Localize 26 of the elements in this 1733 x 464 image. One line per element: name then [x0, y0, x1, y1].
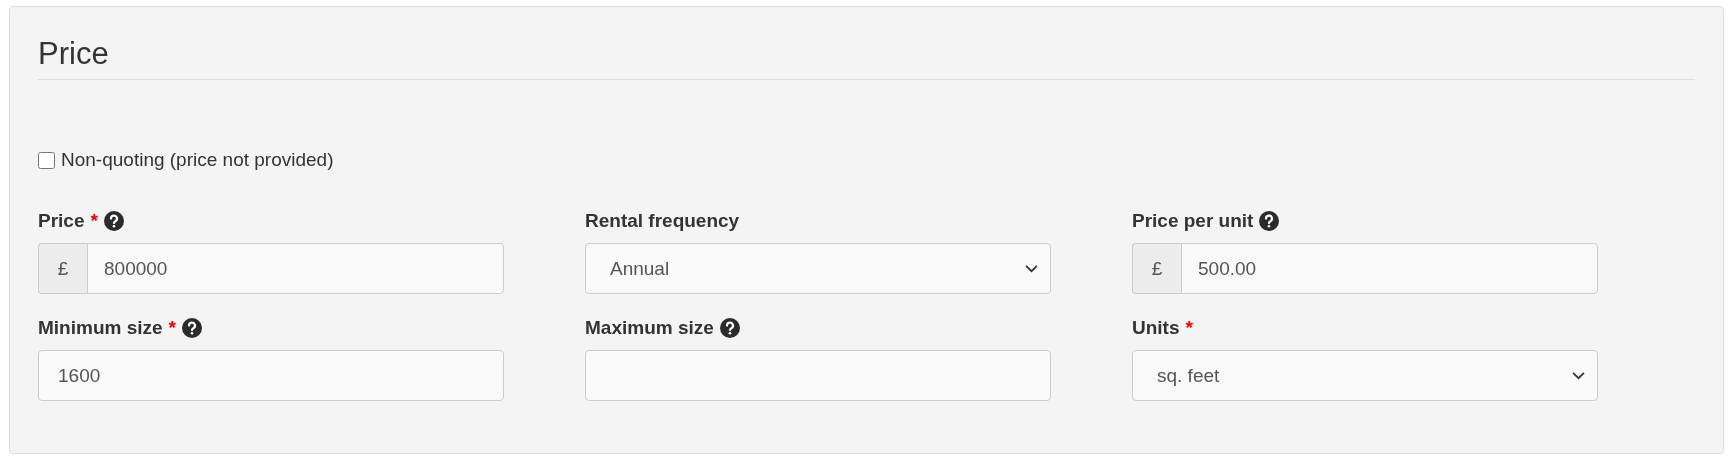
checkbox[interactable]: [38, 151, 55, 169]
field-label: Minimum size: [38, 317, 163, 339]
help-icon[interactable]: [719, 318, 740, 338]
field-label: Price: [38, 210, 85, 232]
required-mark: *: [90, 210, 98, 232]
currency-addon: £: [1132, 243, 1181, 294]
input-field[interactable]: 800000: [87, 243, 504, 294]
help-icon[interactable]: [1259, 211, 1280, 231]
input-field[interactable]: 500.00: [1181, 243, 1598, 294]
dropdown[interactable]: sq. feet: [1132, 350, 1598, 401]
required-mark: *: [1185, 317, 1193, 339]
chevron-icon: [1572, 371, 1585, 380]
help-icon[interactable]: [182, 318, 202, 338]
field-label: Rental frequency: [585, 210, 740, 232]
field-label: Maximum size: [585, 317, 714, 339]
input-field[interactable]: [585, 350, 1051, 401]
section-title: Price: [38, 35, 110, 73]
help-icon[interactable]: [103, 211, 124, 231]
input-field[interactable]: 1600: [38, 350, 504, 401]
field-label: Units: [1132, 317, 1180, 339]
field-label: Price per unit: [1132, 210, 1254, 232]
required-mark: *: [168, 317, 176, 339]
dropdown[interactable]: Annual: [585, 243, 1051, 294]
checkbox-label: Non-quoting (price not provided): [61, 149, 334, 171]
currency-addon: £: [38, 243, 87, 294]
chevron-icon: [1025, 264, 1038, 273]
